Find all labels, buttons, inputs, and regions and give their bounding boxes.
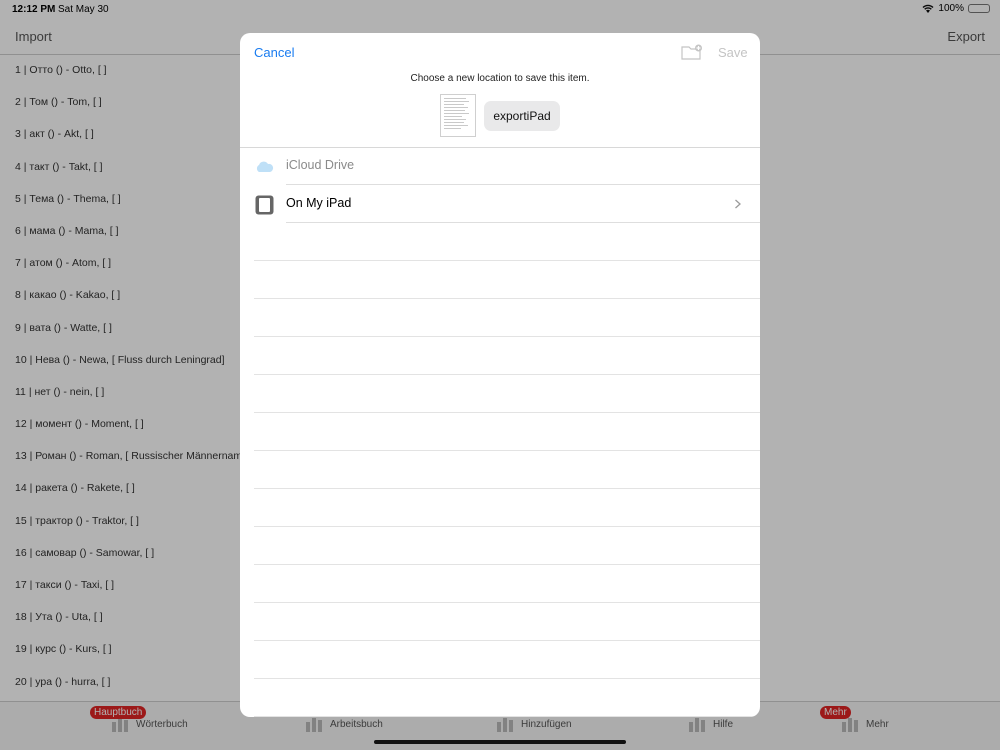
chevron-right-icon [735, 199, 741, 209]
location-label: On My iPad [286, 196, 352, 210]
empty-rows [254, 223, 760, 717]
location-list: iCloud Drive On My iPad [240, 147, 760, 223]
location-on-my-ipad[interactable]: On My iPad [240, 185, 760, 223]
cloud-icon [256, 161, 274, 172]
ipad-icon [255, 195, 274, 215]
sheet-header: Cancel Save Choose a new location to sav… [240, 33, 760, 148]
save-button[interactable]: Save [718, 45, 748, 60]
location-icloud-drive[interactable]: iCloud Drive [240, 147, 760, 185]
location-label: iCloud Drive [286, 158, 355, 172]
home-indicator[interactable] [374, 740, 626, 744]
new-folder-icon[interactable] [681, 44, 703, 60]
save-prompt: Choose a new location to save this item. [410, 73, 590, 84]
cancel-button[interactable]: Cancel [254, 45, 294, 60]
save-location-sheet: Cancel Save Choose a new location to sav… [240, 33, 760, 717]
filename-field[interactable]: exportiPad [484, 101, 560, 131]
document-thumbnail [440, 94, 476, 137]
